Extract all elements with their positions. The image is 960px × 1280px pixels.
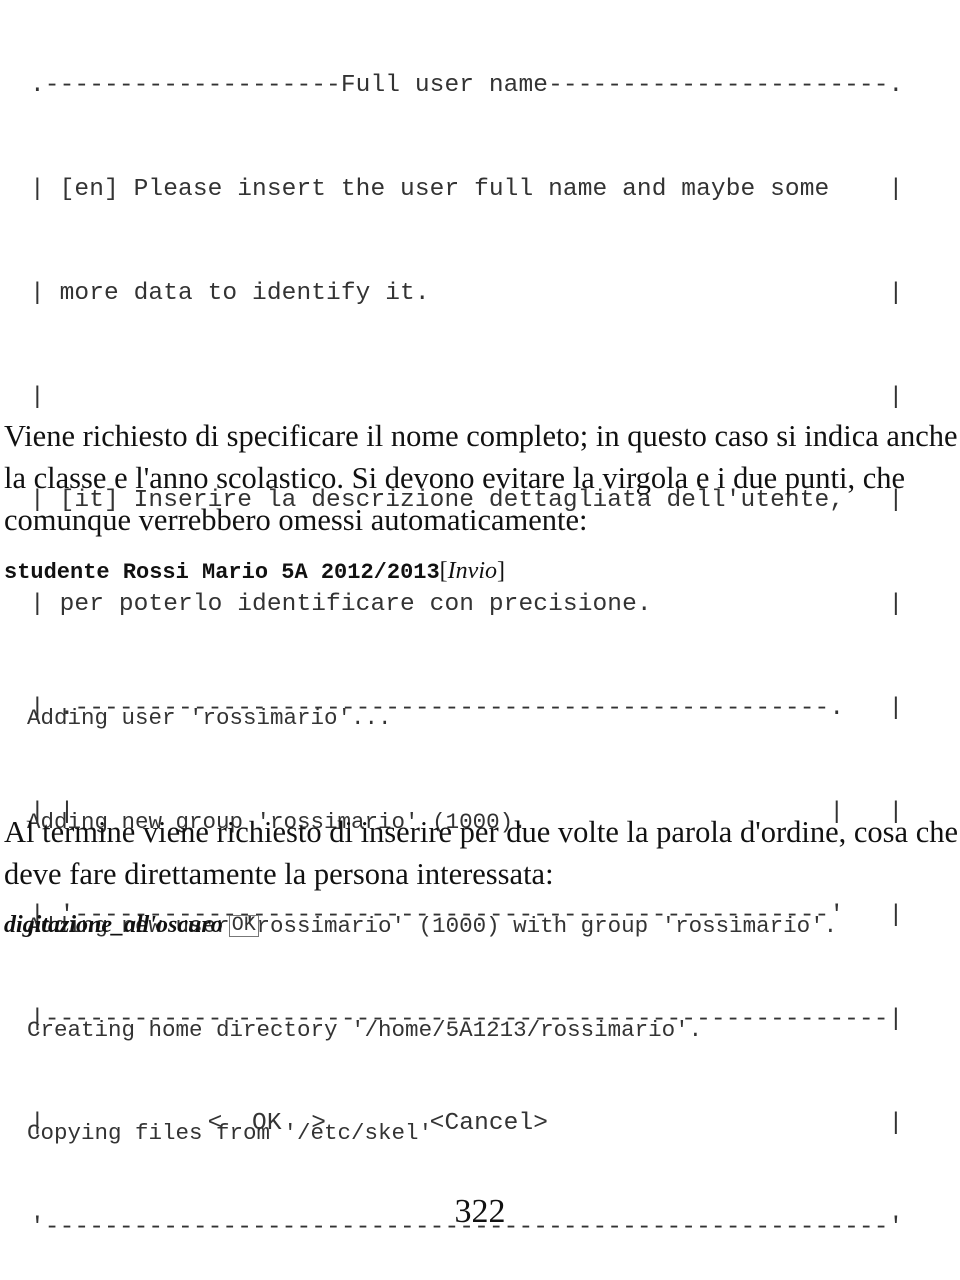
dialog-line: | more data to identify it. | [30, 279, 904, 307]
output-line: Copying files from '/etc/skel' [27, 1120, 433, 1147]
paragraph-password: Al termine viene richiesto di inserire p… [4, 815, 959, 891]
command-line: studente Rossi Mario 5A 2012/2013[Invio] [4, 558, 505, 585]
dialog-line: | [en] Please insert the user full name … [30, 175, 904, 203]
paragraph-intro: Viene richiesto di specificare il nome c… [4, 419, 958, 537]
output-line: Adding user 'rossimario'... [27, 705, 392, 732]
output-line: Creating home directory '/home/5A1213/ro… [27, 1016, 703, 1043]
enter-key: [Invio] [439, 558, 505, 584]
dialog-top-border: .--------------------Full user name-----… [30, 72, 904, 100]
command-text: studente Rossi Mario 5A 2012/2013 [4, 560, 440, 585]
command-output: Adding user 'rossimario'... Adding new g… [27, 632, 837, 1186]
password-prompt: digitazione_all'oscuro OK [4, 912, 259, 939]
dialog-line: | per poterlo identificare con precision… [30, 591, 904, 619]
ok-key: OK [228, 915, 259, 937]
dialog-line: | | [30, 383, 904, 411]
password-prompt-text: digitazione_all'oscuro [4, 912, 223, 938]
page-number: 322 [454, 1193, 506, 1230]
